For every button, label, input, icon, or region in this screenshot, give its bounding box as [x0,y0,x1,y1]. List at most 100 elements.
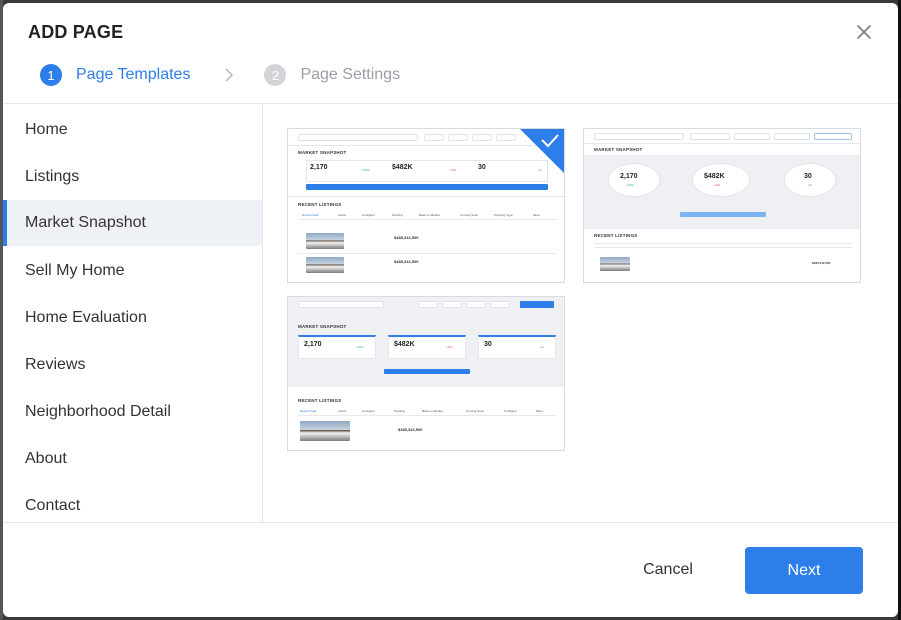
close-icon [857,25,871,39]
section-title-preview: RECENT LISTINGS [298,398,342,403]
stat-change: +33% [626,183,634,187]
search-bar-preview [298,301,384,308]
dialog-title: ADD PAGE [28,22,124,42]
stat-value: 2,170 [304,341,322,348]
tab-preview: More [536,409,543,413]
filter-preview [448,134,468,141]
filter-preview [418,301,438,308]
tab-preview: Active [338,213,347,217]
stat-value: 2,170 [620,173,638,180]
divider [594,243,852,244]
tab-preview: Coming Soon [466,409,485,413]
sidebar-item-sell-my-home[interactable]: Sell My Home [3,248,262,294]
filter-preview [814,133,852,140]
sidebar-item-about[interactable]: About [3,436,262,482]
button-preview [680,212,766,217]
sidebar-item-label: Home Evaluation [25,309,147,326]
tab-preview: Contigent [362,213,375,217]
tab-preview: Back on Market [419,213,440,217]
tab-preview: Contigent [504,409,517,413]
listing-price: $485,342,500 [812,261,831,265]
step-number-badge: 2 [264,64,287,86]
sidebar-item-neighborhood-detail[interactable]: Neighborhood Detail [3,389,262,435]
filter-preview [472,134,492,141]
stat-value: 2,170 [310,164,328,171]
stat-circle-preview [784,163,836,197]
button-preview [520,301,554,308]
listing-price: $485,342,500 [394,235,419,240]
tab-preview: More [533,213,540,217]
tab-preview: Property Type [494,213,513,217]
add-page-dialog: ADD PAGE 1 Page Templates 2 Page Setting… [3,3,898,617]
search-bar-preview [594,133,684,140]
stat-change: +33% [356,345,364,349]
tab-preview: Back on Market [422,409,443,413]
cancel-button[interactable]: Cancel [625,550,711,590]
stat-circle-preview [692,163,750,197]
stat-value: 30 [484,341,492,348]
divider [584,143,860,144]
stat-circle-preview [608,163,660,197]
sidebar-item-label: Market Snapshot [25,214,146,231]
step-number-badge: 1 [40,64,62,86]
stat-change: +33% [362,168,370,172]
stepper: 1 Page Templates 2 Page Settings [40,63,400,87]
filter-preview [424,134,444,141]
sidebar-item-label: Neighborhood Detail [25,403,171,420]
tab-preview: Coming Soon [460,213,479,217]
tab-preview: Contigent [362,409,375,413]
listing-photo-preview [300,421,350,441]
sidebar-item-home-evaluation[interactable]: Home Evaluation [3,295,262,341]
tab-preview: Active [338,409,347,413]
step-page-templates[interactable]: 1 Page Templates [40,64,190,86]
section-title-preview: MARKET SNAPSHOT [298,150,347,155]
divider [288,196,564,197]
template-card-3[interactable]: MARKET SNAPSHOT 2,170 +33% $482K +4% 30 … [287,296,565,451]
dialog-header: ADD PAGE 1 Page Templates 2 Page Setting… [3,3,898,103]
stat-change: +3 [808,183,812,187]
stat-change: +4% [714,183,721,187]
close-button[interactable] [851,19,877,45]
stat-value: 30 [804,173,812,180]
sidebar-item-reviews[interactable]: Reviews [3,342,262,388]
section-title-preview: MARKET SNAPSHOT [594,147,643,152]
filter-preview [734,133,770,140]
checkmark-icon [520,129,564,173]
divider [298,219,556,220]
sidebar-item-label: Home [25,121,68,138]
template-card-2[interactable]: MARKET SNAPSHOT 2,170 +33% $482K +4% 30 … [583,128,861,283]
sidebar-item-label: Listings [25,168,80,185]
section-title-preview: RECENT LISTINGS [594,233,638,238]
listing-photo-preview [306,233,344,249]
stat-value: $482K [392,164,413,171]
template-gallery: MARKET SNAPSHOT 2,170 +33% $482K +4% 30 … [263,104,898,522]
listing-price: $485,342,500 [394,259,419,264]
dialog-footer: Cancel Next [3,523,898,617]
sidebar-item-listings[interactable]: Listings [3,154,262,200]
page-type-sidebar: Home Listings Market Snapshot Sell My Ho… [3,104,262,522]
button-preview [306,184,548,190]
template-card-1[interactable]: MARKET SNAPSHOT 2,170 +33% $482K +4% 30 … [287,128,565,283]
stat-change: +4% [450,168,457,172]
divider [298,415,556,416]
stat-value: 30 [478,164,486,171]
sidebar-item-home[interactable]: Home [3,107,262,153]
filter-preview [690,133,730,140]
stat-value: $482K [394,341,415,348]
divider [594,247,852,248]
sidebar-item-market-snapshot[interactable]: Market Snapshot [3,200,262,246]
step-label: Page Templates [76,66,191,83]
step-page-settings[interactable]: 2 Page Settings [264,64,400,86]
filter-preview [496,134,516,141]
filter-preview [442,301,462,308]
filter-preview [490,301,510,308]
next-button[interactable]: Next [745,547,863,594]
listing-photo-preview [600,257,630,271]
section-title-preview: RECENT LISTINGS [298,202,342,207]
sidebar-item-label: About [25,450,67,467]
filter-preview [774,133,810,140]
step-label: Page Settings [300,66,401,83]
divider [298,253,556,254]
tab-preview: Pending [394,409,406,413]
button-preview [384,369,470,374]
